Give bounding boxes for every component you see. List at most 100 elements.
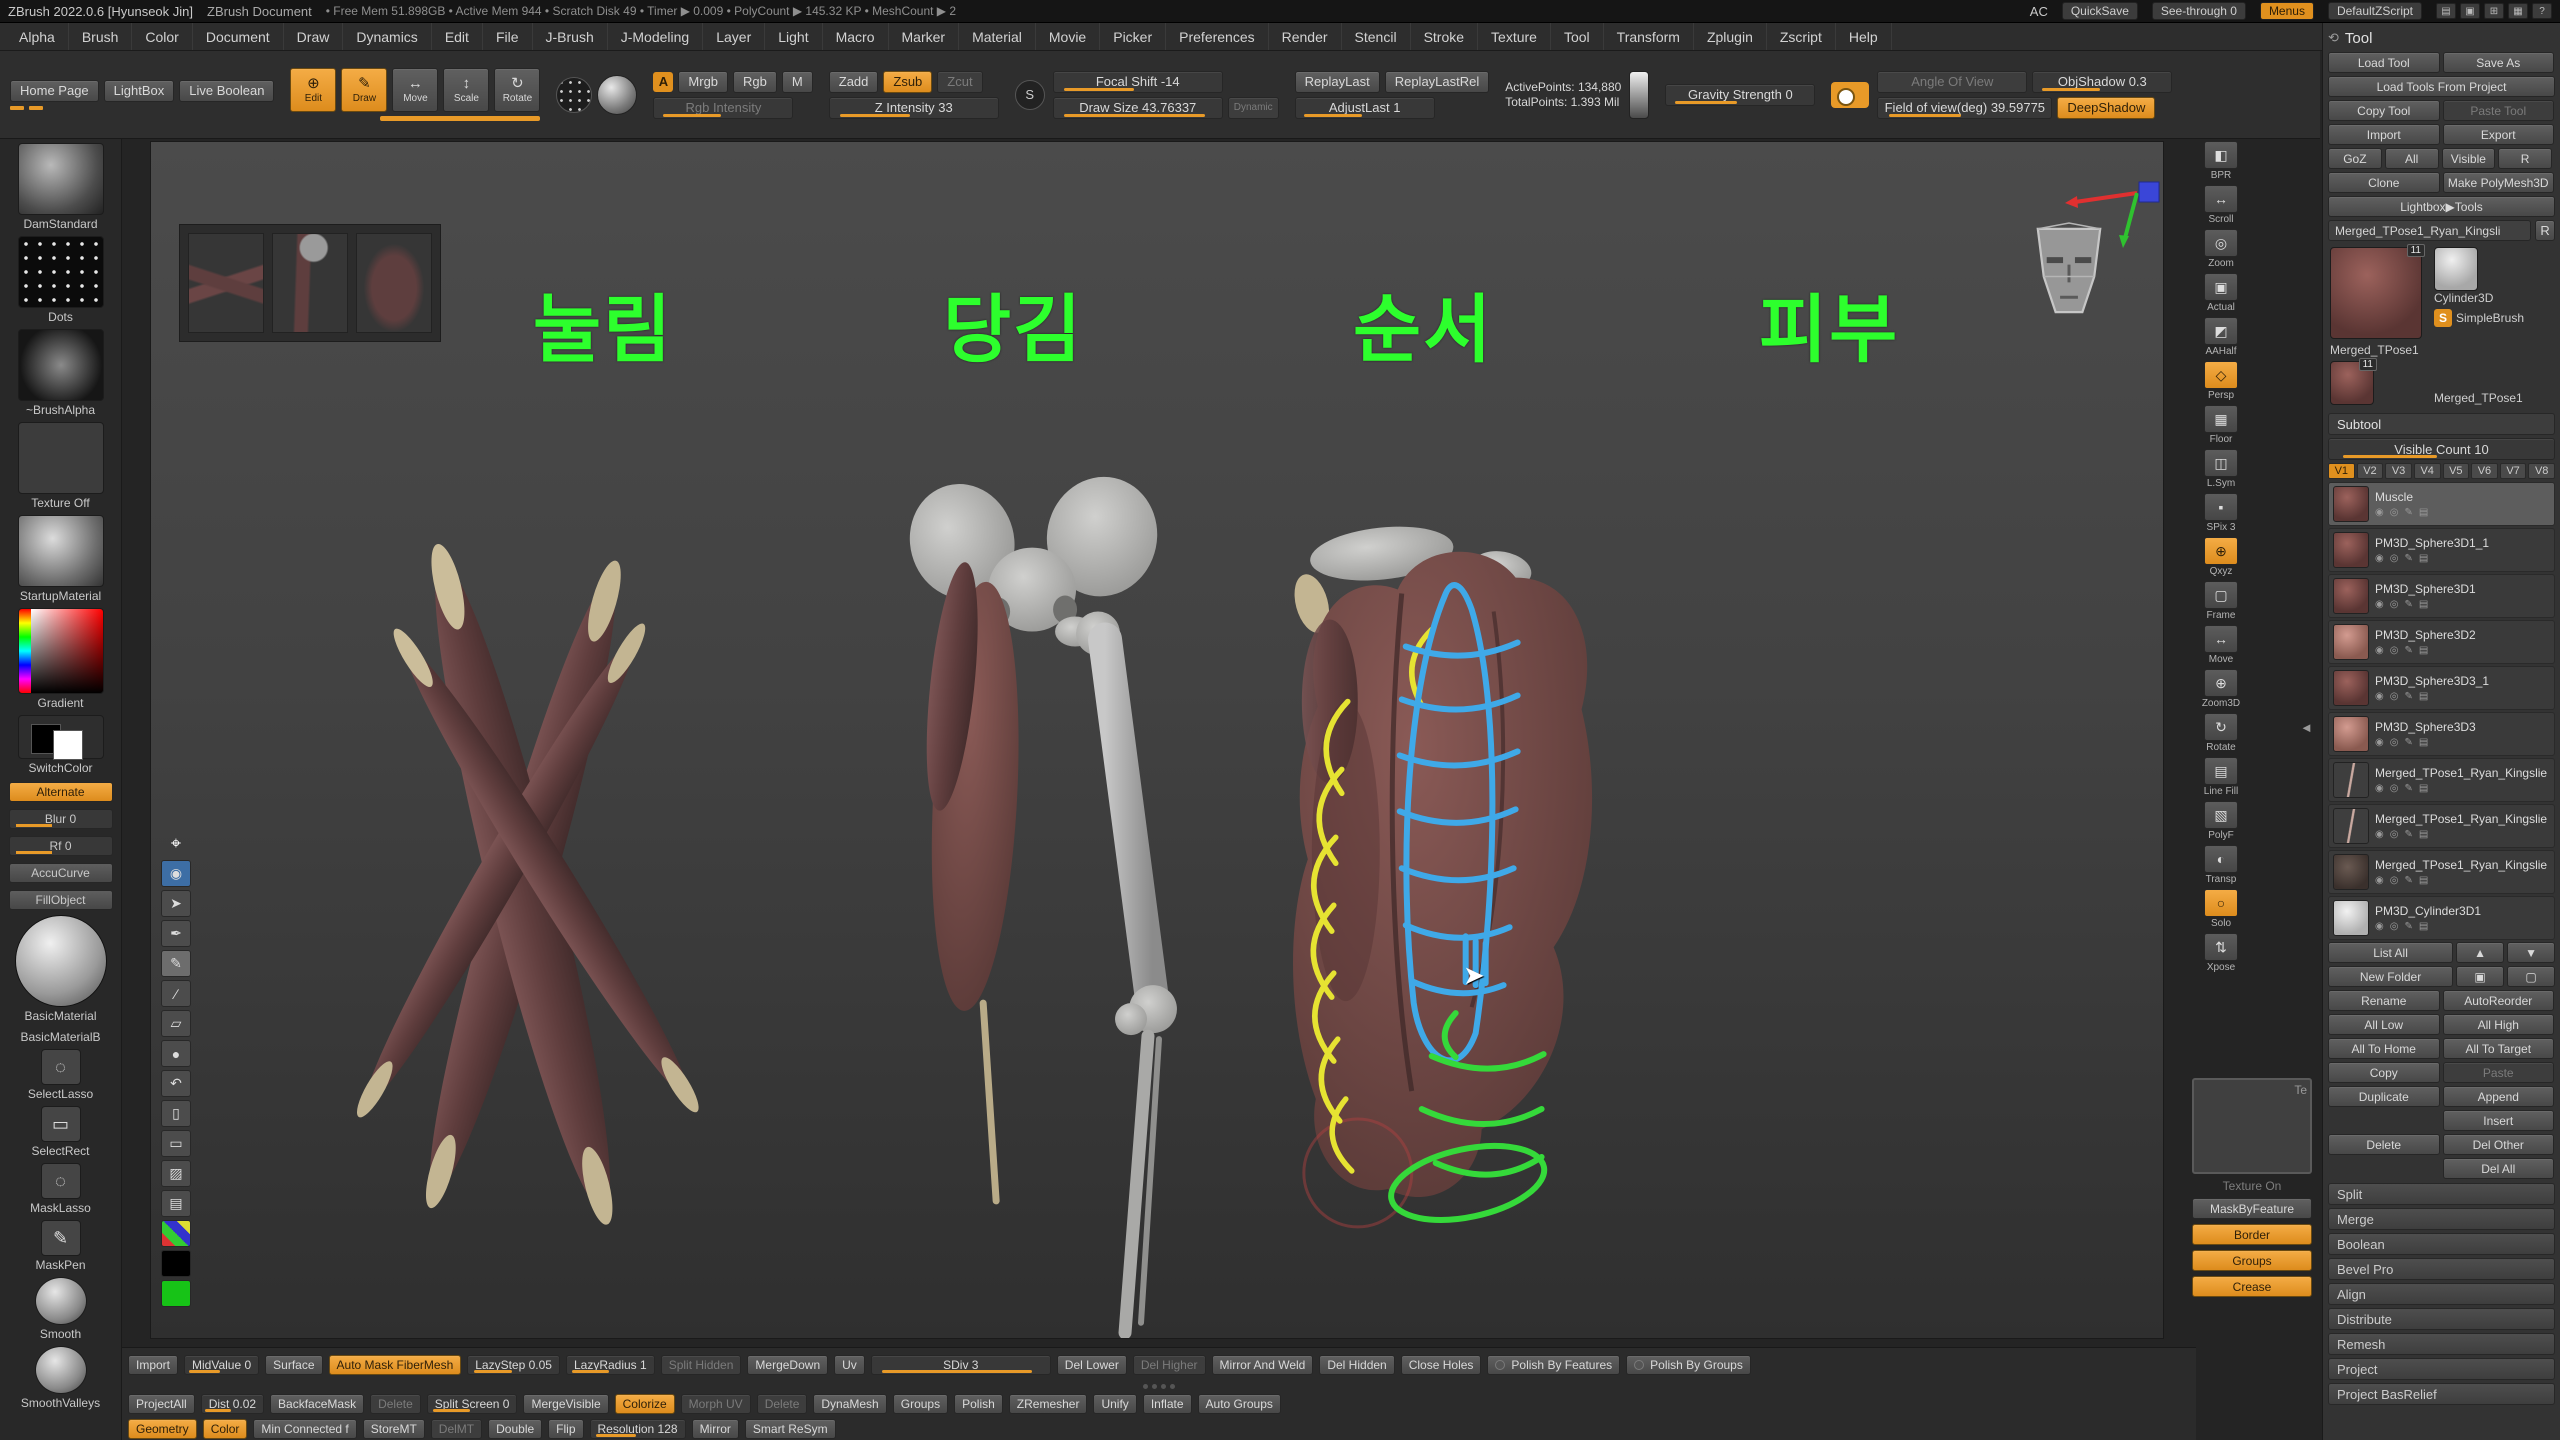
zsub-button[interactable]: Zsub bbox=[883, 71, 932, 93]
subtool-row[interactable]: Merged_TPose1_Ryan_Kingslie ◉ ◎ ✎ ▤ bbox=[2328, 758, 2555, 802]
current-tool-name[interactable]: Merged_TPose1_Ryan_Kingsli bbox=[2328, 220, 2531, 241]
left-shelf-thumb[interactable]: ◌ bbox=[41, 1163, 81, 1199]
right-shelf-item[interactable]: ⇅ Xpose bbox=[2204, 933, 2238, 973]
right-shelf-icon[interactable]: ⊕ bbox=[2204, 537, 2238, 565]
simple-brush-item[interactable]: S SimpleBrush bbox=[2434, 309, 2553, 327]
left-shelf-item[interactable]: Rf 0 bbox=[5, 834, 117, 856]
menu-item[interactable]: Document bbox=[193, 23, 284, 50]
tray-button[interactable]: Auto Mask FiberMesh bbox=[329, 1355, 462, 1375]
canvas-tool-icon[interactable]: ✎ bbox=[161, 950, 191, 977]
texture-thumbnail[interactable]: Te bbox=[2192, 1078, 2312, 1174]
menus-button[interactable]: Menus bbox=[2260, 2, 2314, 20]
tray-button[interactable]: Uv bbox=[834, 1355, 865, 1375]
deepshadow-button[interactable]: DeepShadow bbox=[2057, 97, 2155, 119]
see-through-slider[interactable]: See-through 0 bbox=[2152, 2, 2246, 20]
tray-button[interactable]: Polish By Features bbox=[1487, 1355, 1620, 1375]
right-shelf-icon[interactable]: ○ bbox=[2204, 889, 2238, 917]
right-shelf-icon[interactable]: ◐ bbox=[2204, 845, 2238, 873]
dynamic-button[interactable]: Dynamic bbox=[1228, 97, 1279, 119]
right-shelf-item[interactable]: ↔ Scroll bbox=[2204, 185, 2238, 225]
document-thumbnail-strip[interactable] bbox=[179, 224, 441, 342]
adjust-last-slider[interactable]: AdjustLast 1 bbox=[1295, 97, 1435, 119]
subpalette-header[interactable]: Project BasRelief bbox=[2328, 1383, 2555, 1405]
tray-button[interactable]: ZRemesher bbox=[1009, 1394, 1088, 1414]
sculptris-pro-icon[interactable]: S bbox=[1015, 80, 1045, 110]
left-shelf-item[interactable]: DamStandard bbox=[5, 143, 117, 231]
tool-panel-button[interactable]: Export bbox=[2443, 124, 2555, 145]
left-shelf-item[interactable]: Alternate bbox=[5, 780, 117, 802]
tool-panel-button[interactable]: All bbox=[2385, 148, 2439, 169]
window-icon[interactable]: ▣ bbox=[2460, 3, 2480, 19]
subtool-action-button[interactable]: ▲ bbox=[2456, 942, 2504, 963]
menu-item[interactable]: Color bbox=[132, 23, 192, 50]
left-shelf-item[interactable]: AccuCurve bbox=[5, 861, 117, 883]
canvas-tool-icon[interactable]: ▭ bbox=[161, 1130, 191, 1157]
tool-panel-button[interactable]: Visible bbox=[2442, 148, 2496, 169]
subtool-action-button[interactable]: All To Target bbox=[2443, 1038, 2555, 1059]
layers-icon[interactable]: ▤ bbox=[2419, 783, 2428, 794]
subtool-action-button[interactable]: All Low bbox=[2328, 1014, 2440, 1035]
tray-button[interactable]: Min Connected f bbox=[253, 1419, 356, 1439]
variant-tab[interactable]: V1 bbox=[2328, 463, 2355, 479]
subtool-action-button[interactable]: New Folder bbox=[2328, 966, 2453, 987]
tool-panel-button[interactable]: Save As bbox=[2443, 52, 2555, 73]
subtool-row[interactable]: Muscle ◉ ◎ ✎ ▤ bbox=[2328, 482, 2555, 526]
tray-button[interactable]: Del Hidden bbox=[1319, 1355, 1394, 1375]
tray-button[interactable]: LazyRadius 1 bbox=[566, 1355, 655, 1375]
subtool-row[interactable]: PM3D_Sphere3D2 ◉ ◎ ✎ ▤ bbox=[2328, 620, 2555, 664]
crease-group-button[interactable]: Border bbox=[2192, 1224, 2312, 1245]
eye-icon[interactable]: ◉ bbox=[2375, 645, 2384, 656]
subtool-thumb[interactable] bbox=[2333, 808, 2369, 844]
left-shelf-item[interactable]: StartupMaterial bbox=[5, 515, 117, 603]
right-shelf-item[interactable]: ▦ Floor bbox=[2204, 405, 2238, 445]
right-shelf-item[interactable]: ↻ Rotate bbox=[2204, 713, 2238, 753]
left-shelf-item[interactable]: Texture Off bbox=[5, 422, 117, 510]
rgb-intensity-slider[interactable]: Rgb Intensity bbox=[653, 97, 793, 119]
subtool-row[interactable]: PM3D_Cylinder3D1 ◉ ◎ ✎ ▤ bbox=[2328, 896, 2555, 940]
second-tool-thumb[interactable]: 11 bbox=[2330, 361, 2374, 405]
subtool-action-button[interactable]: Duplicate bbox=[2328, 1086, 2440, 1107]
menu-item[interactable]: Picker bbox=[1100, 23, 1166, 50]
mrgb-button[interactable]: Mrgb bbox=[678, 71, 728, 93]
menu-item[interactable]: Brush bbox=[69, 23, 133, 50]
subtool-thumb[interactable] bbox=[2333, 532, 2369, 568]
eye-icon[interactable]: ◉ bbox=[2375, 691, 2384, 702]
camera-icon[interactable] bbox=[1831, 82, 1869, 108]
right-shelf-icon[interactable]: ⊕ bbox=[2204, 669, 2238, 697]
subtool-action-button[interactable]: AutoReorder bbox=[2443, 990, 2555, 1011]
layers-icon[interactable]: ▤ bbox=[2419, 645, 2428, 656]
tray-button[interactable]: MergeVisible bbox=[523, 1394, 608, 1414]
tray-button[interactable]: Delete bbox=[370, 1394, 421, 1414]
left-shelf-thumb[interactable] bbox=[18, 236, 104, 308]
gravity-strength-slider[interactable]: Gravity Strength 0 bbox=[1665, 84, 1815, 106]
right-shelf-item[interactable]: ◩ AAHalf bbox=[2204, 317, 2238, 357]
polypaint-icon[interactable]: ◎ bbox=[2390, 783, 2399, 794]
left-shelf-item[interactable]: BasicMaterial bbox=[5, 915, 117, 1023]
subpalette-header[interactable]: Project bbox=[2328, 1358, 2555, 1380]
canvas-tool-icon[interactable]: ∕ bbox=[161, 980, 191, 1007]
polypaint-icon[interactable]: ◎ bbox=[2390, 599, 2399, 610]
crease-group-button[interactable]: Groups bbox=[2192, 1250, 2312, 1271]
subtool-section-header[interactable]: Subtool bbox=[2328, 413, 2555, 435]
variant-tab[interactable]: V7 bbox=[2500, 463, 2527, 479]
tray-button[interactable]: LazyStep 0.05 bbox=[467, 1355, 560, 1375]
variant-tab[interactable]: V4 bbox=[2414, 463, 2441, 479]
tray-button[interactable]: StoreMT bbox=[363, 1419, 425, 1439]
live-boolean-button[interactable]: Live Boolean bbox=[179, 80, 274, 102]
variant-tab[interactable]: V8 bbox=[2528, 463, 2555, 479]
menu-item[interactable]: File bbox=[483, 23, 533, 50]
left-shelf-item[interactable]: BasicMaterialB bbox=[5, 1028, 117, 1044]
canvas-tool-icon[interactable]: ▯ bbox=[161, 1100, 191, 1127]
menu-item[interactable]: Macro bbox=[823, 23, 889, 50]
left-shelf-item[interactable]: ~BrushAlpha bbox=[5, 329, 117, 417]
tray-button[interactable]: Smart ReSym bbox=[745, 1419, 836, 1439]
canvas-tool-icon[interactable] bbox=[161, 1280, 191, 1307]
subtool-row[interactable]: Merged_TPose1_Ryan_Kingslie ◉ ◎ ✎ ▤ bbox=[2328, 850, 2555, 894]
right-shelf-icon[interactable]: ◫ bbox=[2204, 449, 2238, 477]
tool-panel-button[interactable]: Import bbox=[2328, 124, 2440, 145]
subtool-action-button[interactable]: Paste bbox=[2443, 1062, 2555, 1083]
window-icon[interactable]: ⊞ bbox=[2484, 3, 2504, 19]
right-shelf-item[interactable]: ▤ Line Fill bbox=[2204, 757, 2238, 797]
tool-panel-button[interactable]: Paste Tool bbox=[2443, 100, 2555, 121]
visible-count-slider[interactable]: Visible Count 10 bbox=[2328, 438, 2555, 460]
